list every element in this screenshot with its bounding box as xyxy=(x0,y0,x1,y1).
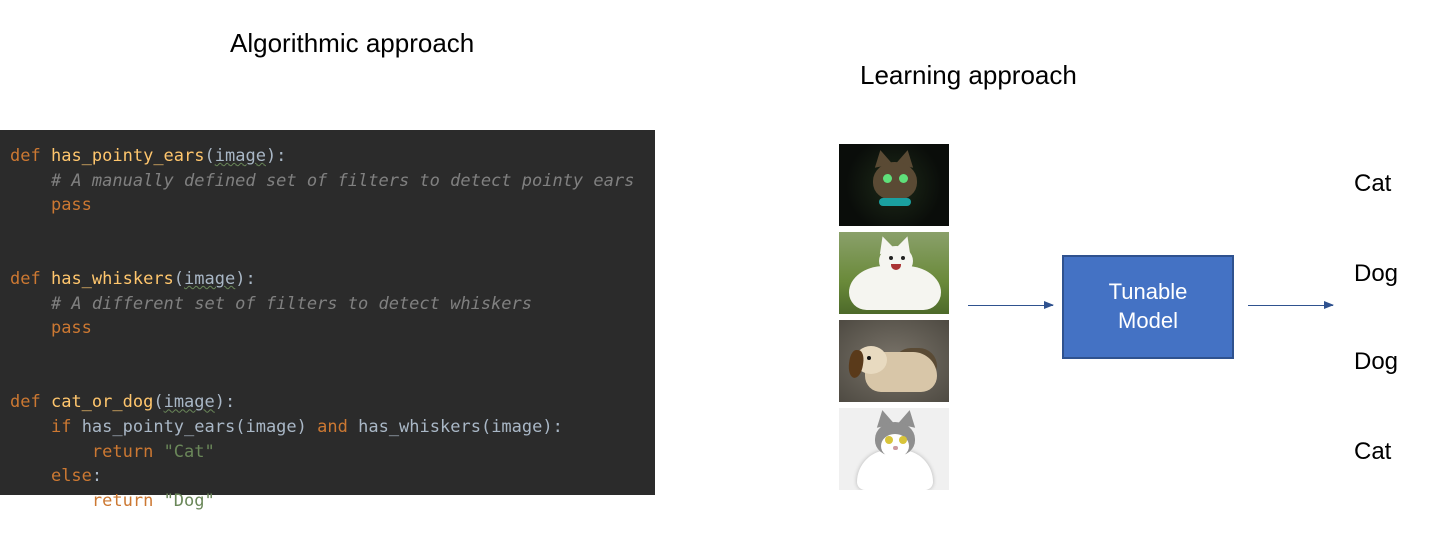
kw-return: return xyxy=(92,442,153,462)
input-image-cat-tabby xyxy=(838,143,950,227)
comment-whiskers: # A different set of filters to detect w… xyxy=(51,294,532,314)
arg-image: image xyxy=(245,417,296,437)
arg-image: image xyxy=(491,417,542,437)
output-label-2: Dog xyxy=(1354,260,1398,288)
title-algorithmic: Algorithmic approach xyxy=(230,28,474,59)
input-image-cat-grey xyxy=(838,407,950,491)
kw-return: return xyxy=(92,491,153,511)
param-image: image xyxy=(215,146,266,166)
kw-else: else xyxy=(51,466,92,486)
call-has-pointy-ears: has_pointy_ears xyxy=(82,417,236,437)
comment-pointy-ears: # A manually defined set of filters to d… xyxy=(51,171,634,191)
kw-def: def xyxy=(10,392,41,412)
call-has-whiskers: has_whiskers xyxy=(358,417,481,437)
output-label-1: Cat xyxy=(1354,170,1391,198)
param-image: image xyxy=(184,269,235,289)
kw-and: and xyxy=(317,417,348,437)
arrow-model-to-output xyxy=(1248,305,1333,306)
kw-def: def xyxy=(10,269,41,289)
input-image-dog-beagle xyxy=(838,319,950,403)
kw-pass: pass xyxy=(51,195,92,215)
input-image-stack xyxy=(838,143,950,495)
tunable-model-box: Tunable Model xyxy=(1062,255,1234,359)
fn-has-pointy-ears: has_pointy_ears xyxy=(51,146,205,166)
kw-def: def xyxy=(10,146,41,166)
model-line2: Model xyxy=(1118,308,1178,333)
str-dog: "Dog" xyxy=(164,491,215,511)
code-block: def has_pointy_ears(image): # A manually… xyxy=(0,130,655,495)
arrow-input-to-model xyxy=(968,305,1053,306)
output-label-3: Dog xyxy=(1354,348,1398,376)
fn-cat-or-dog: cat_or_dog xyxy=(51,392,153,412)
title-learning: Learning approach xyxy=(860,60,1077,91)
kw-pass: pass xyxy=(51,318,92,338)
model-line1: Tunable xyxy=(1109,279,1188,304)
output-label-4: Cat xyxy=(1354,438,1391,466)
fn-has-whiskers: has_whiskers xyxy=(51,269,174,289)
param-image: image xyxy=(164,392,215,412)
kw-if: if xyxy=(51,417,71,437)
input-image-dog-white xyxy=(838,231,950,315)
str-cat: "Cat" xyxy=(164,442,215,462)
